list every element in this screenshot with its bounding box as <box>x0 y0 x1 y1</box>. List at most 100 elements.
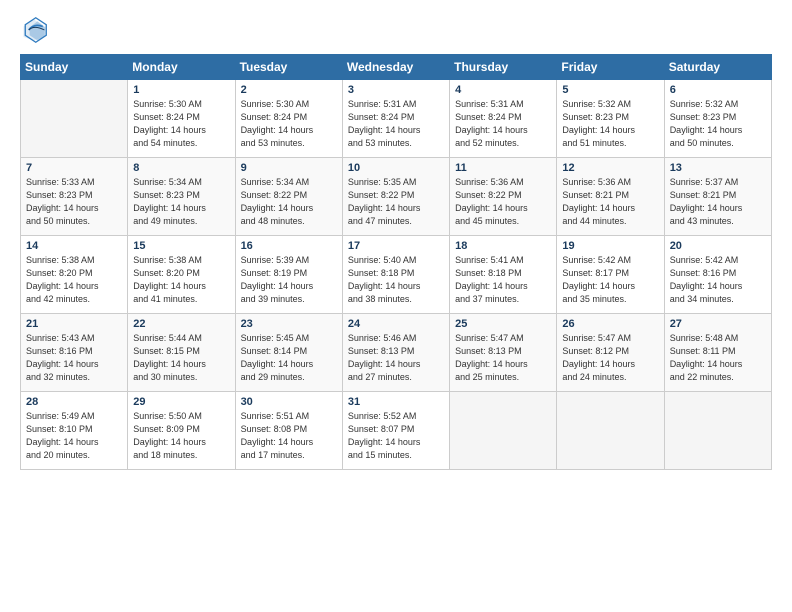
day-info: Sunrise: 5:46 AMSunset: 8:13 PMDaylight:… <box>348 332 445 384</box>
day-info: Sunrise: 5:51 AMSunset: 8:08 PMDaylight:… <box>241 410 338 462</box>
calendar-cell: 14 Sunrise: 5:38 AMSunset: 8:20 PMDayligh… <box>21 236 128 314</box>
day-number: 30 <box>241 396 338 408</box>
day-info: Sunrise: 5:32 AMSunset: 8:23 PMDaylight:… <box>670 98 767 150</box>
header <box>20 16 772 44</box>
day-number: 6 <box>670 84 767 96</box>
day-number: 21 <box>26 318 123 330</box>
day-number: 29 <box>133 396 230 408</box>
day-info: Sunrise: 5:34 AMSunset: 8:23 PMDaylight:… <box>133 176 230 228</box>
calendar-cell: 1 Sunrise: 5:30 AMSunset: 8:24 PMDaylight… <box>128 80 235 158</box>
calendar-week-row: 21 Sunrise: 5:43 AMSunset: 8:16 PMDayligh… <box>21 314 772 392</box>
day-number: 26 <box>562 318 659 330</box>
day-info: Sunrise: 5:42 AMSunset: 8:17 PMDaylight:… <box>562 254 659 306</box>
weekday-header-thursday: Thursday <box>450 55 557 80</box>
day-number: 19 <box>562 240 659 252</box>
day-info: Sunrise: 5:31 AMSunset: 8:24 PMDaylight:… <box>455 98 552 150</box>
day-info: Sunrise: 5:50 AMSunset: 8:09 PMDaylight:… <box>133 410 230 462</box>
calendar-week-row: 14 Sunrise: 5:38 AMSunset: 8:20 PMDayligh… <box>21 236 772 314</box>
day-info: Sunrise: 5:30 AMSunset: 8:24 PMDaylight:… <box>241 98 338 150</box>
calendar-cell: 3Sunrise: 5:31 AMSunset: 8:24 PMDaylight… <box>342 80 449 158</box>
calendar-cell: 6 Sunrise: 5:32 AMSunset: 8:23 PMDaylight… <box>664 80 771 158</box>
day-number: 11 <box>455 162 552 174</box>
calendar-cell: 21 Sunrise: 5:43 AMSunset: 8:16 PMDayligh… <box>21 314 128 392</box>
calendar-cell: 26Sunrise: 5:47 AMSunset: 8:12 PMDayligh… <box>557 314 664 392</box>
day-info: Sunrise: 5:47 AMSunset: 8:13 PMDaylight:… <box>455 332 552 384</box>
calendar-cell: 13Sunrise: 5:37 AMSunset: 8:21 PMDayligh… <box>664 158 771 236</box>
calendar-cell <box>21 80 128 158</box>
calendar-cell: 29 Sunrise: 5:50 AMSunset: 8:09 PMDayligh… <box>128 392 235 470</box>
day-info: Sunrise: 5:36 AMSunset: 8:22 PMDaylight:… <box>455 176 552 228</box>
day-info: Sunrise: 5:42 AMSunset: 8:16 PMDaylight:… <box>670 254 767 306</box>
calendar-cell: 8 Sunrise: 5:34 AMSunset: 8:23 PMDaylight… <box>128 158 235 236</box>
day-info: Sunrise: 5:36 AMSunset: 8:21 PMDaylight:… <box>562 176 659 228</box>
calendar-header-row: SundayMondayTuesdayWednesdayThursdayFrid… <box>21 55 772 80</box>
day-number: 31 <box>348 396 445 408</box>
day-info: Sunrise: 5:37 AMSunset: 8:21 PMDaylight:… <box>670 176 767 228</box>
day-number: 23 <box>241 318 338 330</box>
calendar-cell: 31 Sunrise: 5:52 AMSunset: 8:07 PMDayligh… <box>342 392 449 470</box>
day-info: Sunrise: 5:39 AMSunset: 8:19 PMDaylight:… <box>241 254 338 306</box>
day-number: 1 <box>133 84 230 96</box>
calendar-cell: 23 Sunrise: 5:45 AMSunset: 8:14 PMDayligh… <box>235 314 342 392</box>
weekday-header-monday: Monday <box>128 55 235 80</box>
weekday-header-tuesday: Tuesday <box>235 55 342 80</box>
calendar-cell: 7 Sunrise: 5:33 AMSunset: 8:23 PMDaylight… <box>21 158 128 236</box>
day-number: 20 <box>670 240 767 252</box>
day-info: Sunrise: 5:43 AMSunset: 8:16 PMDaylight:… <box>26 332 123 384</box>
day-number: 9 <box>241 162 338 174</box>
weekday-header-wednesday: Wednesday <box>342 55 449 80</box>
day-info: Sunrise: 5:52 AMSunset: 8:07 PMDaylight:… <box>348 410 445 462</box>
calendar-week-row: 1 Sunrise: 5:30 AMSunset: 8:24 PMDaylight… <box>21 80 772 158</box>
day-number: 22 <box>133 318 230 330</box>
day-info: Sunrise: 5:32 AMSunset: 8:23 PMDaylight:… <box>562 98 659 150</box>
day-number: 28 <box>26 396 123 408</box>
day-number: 5 <box>562 84 659 96</box>
calendar-cell <box>557 392 664 470</box>
calendar-cell: 19 Sunrise: 5:42 AMSunset: 8:17 PMDayligh… <box>557 236 664 314</box>
day-info: Sunrise: 5:35 AMSunset: 8:22 PMDaylight:… <box>348 176 445 228</box>
calendar-cell: 30 Sunrise: 5:51 AMSunset: 8:08 PMDayligh… <box>235 392 342 470</box>
day-number: 12 <box>562 162 659 174</box>
calendar-cell <box>450 392 557 470</box>
day-info: Sunrise: 5:38 AMSunset: 8:20 PMDaylight:… <box>26 254 123 306</box>
calendar-cell: 25 Sunrise: 5:47 AMSunset: 8:13 PMDayligh… <box>450 314 557 392</box>
day-number: 18 <box>455 240 552 252</box>
calendar-cell: 16Sunrise: 5:39 AMSunset: 8:19 PMDayligh… <box>235 236 342 314</box>
weekday-header-friday: Friday <box>557 55 664 80</box>
calendar-table: SundayMondayTuesdayWednesdayThursdayFrid… <box>20 54 772 470</box>
day-number: 7 <box>26 162 123 174</box>
day-number: 2 <box>241 84 338 96</box>
calendar-cell: 2 Sunrise: 5:30 AMSunset: 8:24 PMDaylight… <box>235 80 342 158</box>
logo <box>20 16 52 44</box>
calendar-cell: 24Sunrise: 5:46 AMSunset: 8:13 PMDayligh… <box>342 314 449 392</box>
day-number: 8 <box>133 162 230 174</box>
day-info: Sunrise: 5:33 AMSunset: 8:23 PMDaylight:… <box>26 176 123 228</box>
calendar-cell: 15 Sunrise: 5:38 AMSunset: 8:20 PMDayligh… <box>128 236 235 314</box>
day-number: 17 <box>348 240 445 252</box>
logo-icon <box>20 16 48 44</box>
calendar-cell: 17 Sunrise: 5:40 AMSunset: 8:18 PMDayligh… <box>342 236 449 314</box>
calendar-week-row: 28 Sunrise: 5:49 AMSunset: 8:10 PMDayligh… <box>21 392 772 470</box>
day-info: Sunrise: 5:40 AMSunset: 8:18 PMDaylight:… <box>348 254 445 306</box>
day-number: 27 <box>670 318 767 330</box>
day-info: Sunrise: 5:30 AMSunset: 8:24 PMDaylight:… <box>133 98 230 150</box>
calendar-cell: 5 Sunrise: 5:32 AMSunset: 8:23 PMDaylight… <box>557 80 664 158</box>
calendar-cell: 20 Sunrise: 5:42 AMSunset: 8:16 PMDayligh… <box>664 236 771 314</box>
day-number: 14 <box>26 240 123 252</box>
page: SundayMondayTuesdayWednesdayThursdayFrid… <box>0 0 792 480</box>
day-info: Sunrise: 5:45 AMSunset: 8:14 PMDaylight:… <box>241 332 338 384</box>
day-info: Sunrise: 5:38 AMSunset: 8:20 PMDaylight:… <box>133 254 230 306</box>
weekday-header-saturday: Saturday <box>664 55 771 80</box>
day-number: 4 <box>455 84 552 96</box>
calendar-cell <box>664 392 771 470</box>
calendar-cell: 10Sunrise: 5:35 AMSunset: 8:22 PMDayligh… <box>342 158 449 236</box>
day-info: Sunrise: 5:49 AMSunset: 8:10 PMDaylight:… <box>26 410 123 462</box>
calendar-cell: 12 Sunrise: 5:36 AMSunset: 8:21 PMDayligh… <box>557 158 664 236</box>
day-number: 25 <box>455 318 552 330</box>
calendar-cell: 11 Sunrise: 5:36 AMSunset: 8:22 PMDayligh… <box>450 158 557 236</box>
day-number: 15 <box>133 240 230 252</box>
calendar-cell: 28 Sunrise: 5:49 AMSunset: 8:10 PMDayligh… <box>21 392 128 470</box>
day-number: 3 <box>348 84 445 96</box>
calendar-cell: 22Sunrise: 5:44 AMSunset: 8:15 PMDayligh… <box>128 314 235 392</box>
calendar-cell: 4 Sunrise: 5:31 AMSunset: 8:24 PMDaylight… <box>450 80 557 158</box>
